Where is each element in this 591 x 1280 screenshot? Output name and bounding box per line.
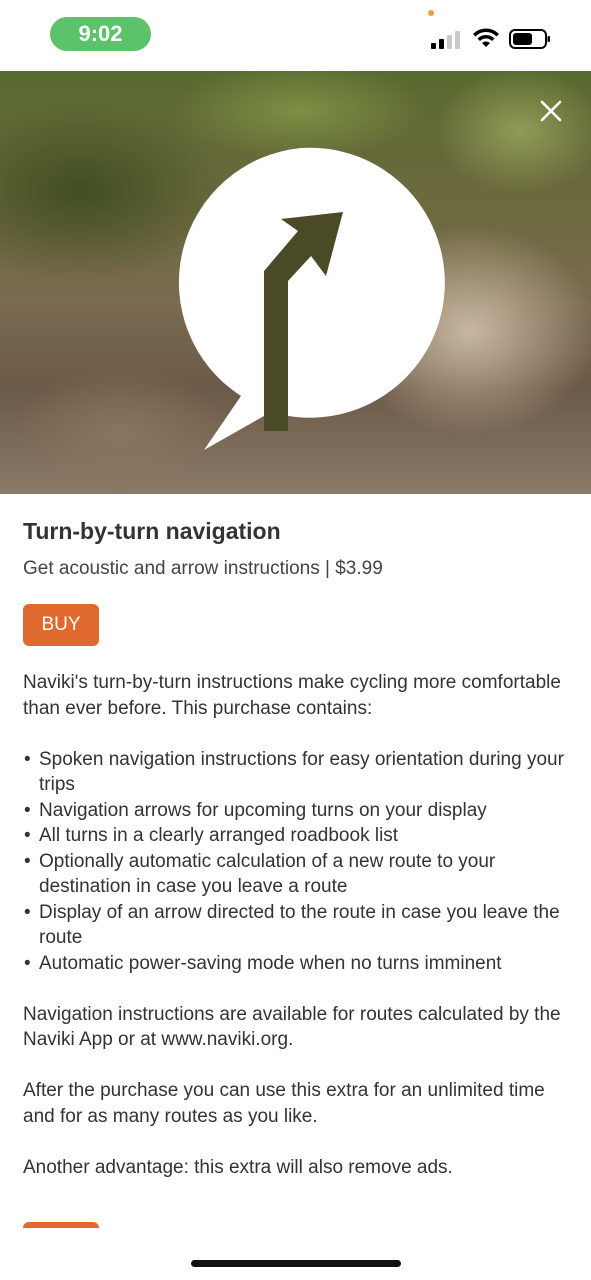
description-ads: Another advantage: this extra will also …	[23, 1156, 453, 1178]
description-intro: Naviki's turn-by-turn instructions make …	[23, 672, 561, 719]
product-subtitle: Get acoustic and arrow instructions | $3…	[23, 558, 383, 579]
close-icon	[540, 100, 562, 122]
feature-item: All turns in a clearly arranged roadbook…	[23, 823, 571, 849]
feature-item: Optionally automatic calculation of a ne…	[23, 849, 571, 900]
feature-item: Spoken navigation instructions for easy …	[23, 747, 571, 798]
privacy-indicator-dot	[428, 10, 434, 16]
buy-button[interactable]: BUY	[23, 604, 99, 646]
product-title: Turn-by-turn navigation	[23, 518, 281, 544]
turn-right-speech-bubble-icon	[178, 147, 445, 450]
cellular-signal-icon	[431, 31, 460, 49]
wifi-icon	[473, 28, 499, 47]
description-routes: Navigation instructions are available fo…	[23, 1003, 561, 1051]
feature-list: Spoken navigation instructions for easy …	[23, 747, 571, 977]
description-unlimited: After the purchase you can use this extr…	[23, 1080, 545, 1127]
home-indicator[interactable]	[191, 1260, 401, 1267]
bottom-safe-area	[0, 1228, 591, 1280]
status-bar: 9:02	[0, 0, 591, 71]
feature-item: Navigation arrows for upcoming turns on …	[23, 798, 571, 824]
product-description: Naviki's turn-by-turn instructions make …	[23, 670, 571, 1206]
feature-item: Display of an arrow directed to the rout…	[23, 900, 571, 951]
close-button[interactable]	[536, 96, 566, 126]
feature-item: Automatic power-saving mode when no turn…	[23, 951, 571, 977]
status-time[interactable]: 9:02	[50, 17, 151, 51]
hero-image	[0, 71, 591, 494]
battery-icon	[509, 29, 550, 49]
